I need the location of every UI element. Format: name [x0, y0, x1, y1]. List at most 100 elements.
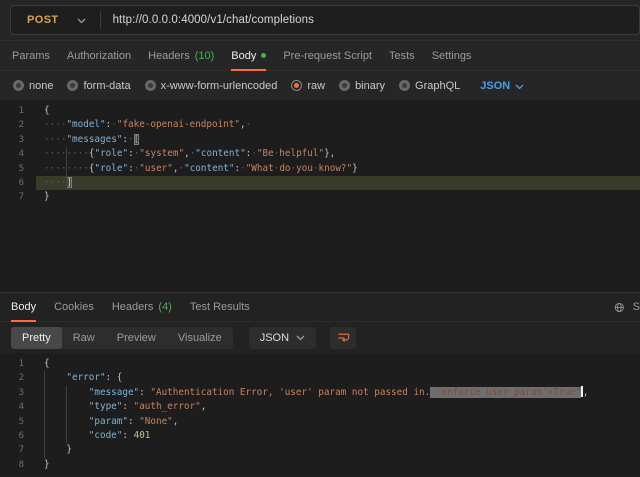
line-number: 2	[0, 371, 36, 385]
tab-authorization[interactable]: Authorization	[67, 41, 131, 70]
radio-icon	[145, 80, 156, 91]
tab-label: Authorization	[67, 50, 131, 62]
postman-window: { "request_bar": { "method": "POST", "ur…	[0, 0, 640, 477]
tab-label: Tests	[389, 50, 415, 62]
mode-label: GraphQL	[415, 80, 460, 92]
tab-tests[interactable]: Tests	[389, 41, 415, 70]
line-number: 7	[0, 443, 36, 457]
tab-label: Params	[12, 50, 50, 62]
indent-guide	[44, 371, 45, 385]
tab-body[interactable]: Body	[231, 41, 266, 70]
line-number: 4	[0, 147, 36, 161]
body-mode-form-data[interactable]: form-data	[67, 80, 130, 92]
tab-label: Settings	[432, 50, 472, 62]
code-line: 7}	[0, 190, 640, 204]
line-number: 8	[0, 458, 36, 472]
line-number: 2	[0, 118, 36, 132]
tab-count-badge: (4)	[158, 301, 171, 313]
code-line: 3····"messages":·[	[0, 133, 640, 147]
url-input[interactable]: http://0.0.0.0:4000/v1/chat/completions	[113, 14, 314, 26]
code-line: 5········{"role":·"user",·"content":·"Wh…	[0, 162, 640, 176]
tab-settings[interactable]: Settings	[432, 41, 472, 70]
radio-icon	[13, 80, 24, 91]
code-line: 2 "error": {	[0, 371, 640, 385]
radio-icon	[399, 80, 410, 91]
url-field: POST http://0.0.0.0:4000/v1/chat/complet…	[10, 5, 640, 35]
request-url-bar: POST http://0.0.0.0:4000/v1/chat/complet…	[0, 0, 640, 41]
response-tab-test-results[interactable]: Test Results	[190, 293, 250, 321]
view-visualize[interactable]: Visualize	[167, 327, 233, 349]
response-format-label: JSON	[260, 332, 289, 344]
radio-icon	[67, 80, 78, 91]
code-line: 3 "message": "Authentication Error, 'use…	[0, 386, 640, 400]
view-pretty[interactable]: Pretty	[11, 327, 62, 349]
response-tabs: Body Cookies Headers (4) Test Results S	[0, 293, 640, 322]
line-number: 6	[0, 176, 36, 190]
tab-label: Test Results	[190, 301, 250, 313]
tab-label: Cookies	[54, 301, 94, 313]
tab-label: Headers	[112, 301, 154, 313]
request-format-dropdown[interactable]: JSON	[480, 80, 524, 92]
body-mode-binary[interactable]: binary	[339, 80, 385, 92]
body-mode-x-www-form-urlencoded[interactable]: x-www-form-urlencoded	[145, 80, 278, 92]
line-number: 1	[0, 104, 36, 118]
response-meta-clipped: S	[614, 293, 640, 321]
code-line: 6····]	[0, 176, 640, 190]
mode-label: binary	[355, 80, 385, 92]
indent-guide	[44, 429, 45, 443]
code-line: 7 }	[0, 443, 640, 457]
tab-count-badge: (10)	[195, 50, 215, 62]
radio-selected-icon	[291, 80, 302, 91]
chevron-down-icon	[296, 335, 305, 341]
tab-pre-request-script[interactable]: Pre-request Script	[283, 41, 372, 70]
tab-label: Pre-request Script	[283, 50, 372, 62]
response-body-editor[interactable]: 1{2 "error": {3 "message": "Authenticati…	[0, 353, 640, 476]
mode-label: form-data	[83, 80, 130, 92]
code-line: 8}	[0, 458, 640, 472]
indent-guide	[44, 415, 45, 429]
code-line: 6 "code": 401	[0, 429, 640, 443]
line-number: 7	[0, 190, 36, 204]
view-raw[interactable]: Raw	[62, 327, 106, 349]
body-mode-none[interactable]: none	[13, 80, 53, 92]
response-section: Body Cookies Headers (4) Test Results S Prett…	[0, 292, 640, 476]
body-filled-dot-icon	[261, 53, 266, 58]
method-selector[interactable]: POST	[11, 14, 86, 26]
view-preview[interactable]: Preview	[106, 327, 167, 349]
line-number: 3	[0, 133, 36, 147]
line-number: 1	[0, 357, 36, 371]
line-number: 5	[0, 415, 36, 429]
code-line: 1{	[0, 104, 640, 118]
request-format-label: JSON	[480, 80, 510, 92]
response-toolbar: PrettyRawPreviewVisualize JSON	[0, 322, 640, 353]
tab-params[interactable]: Params	[12, 41, 50, 70]
body-mode-row: none form-data x-www-form-urlencoded raw bin…	[0, 71, 640, 100]
line-number: 4	[0, 400, 36, 414]
line-number: 5	[0, 162, 36, 176]
chevron-down-icon	[77, 18, 86, 24]
body-mode-graphql[interactable]: GraphQL	[399, 80, 460, 92]
code-line: 2····"model":·"fake-openai-endpoint",·	[0, 118, 640, 132]
tab-label: Body	[231, 50, 256, 62]
request-body-editor[interactable]: 1{2····"model":·"fake-openai-endpoint",·…	[0, 100, 640, 292]
line-number: 6	[0, 429, 36, 443]
code-line: 5 "param": "None",	[0, 415, 640, 429]
response-tab-body[interactable]: Body	[11, 293, 36, 321]
wrap-text-icon	[336, 330, 351, 345]
response-tab-cookies[interactable]: Cookies	[54, 293, 94, 321]
response-format-dropdown[interactable]: JSON	[249, 327, 316, 349]
indent-guide	[44, 443, 45, 457]
code-line: 1{	[0, 357, 640, 371]
indent-guide	[66, 162, 67, 176]
indent-guide	[44, 386, 45, 400]
status-text-clipped: S	[633, 301, 640, 313]
tab-label: Body	[11, 301, 36, 313]
view-switcher: PrettyRawPreviewVisualize	[11, 327, 233, 349]
tab-headers[interactable]: Headers(10)	[148, 41, 214, 70]
request-tabs: Params Authorization Headers(10) Body Pre-re…	[0, 41, 640, 71]
wrap-text-button[interactable]	[330, 327, 356, 349]
mode-label: raw	[307, 80, 325, 92]
indent-guide	[66, 415, 67, 429]
body-mode-raw[interactable]: raw	[291, 80, 325, 92]
response-tab-headers[interactable]: Headers (4)	[112, 293, 172, 321]
